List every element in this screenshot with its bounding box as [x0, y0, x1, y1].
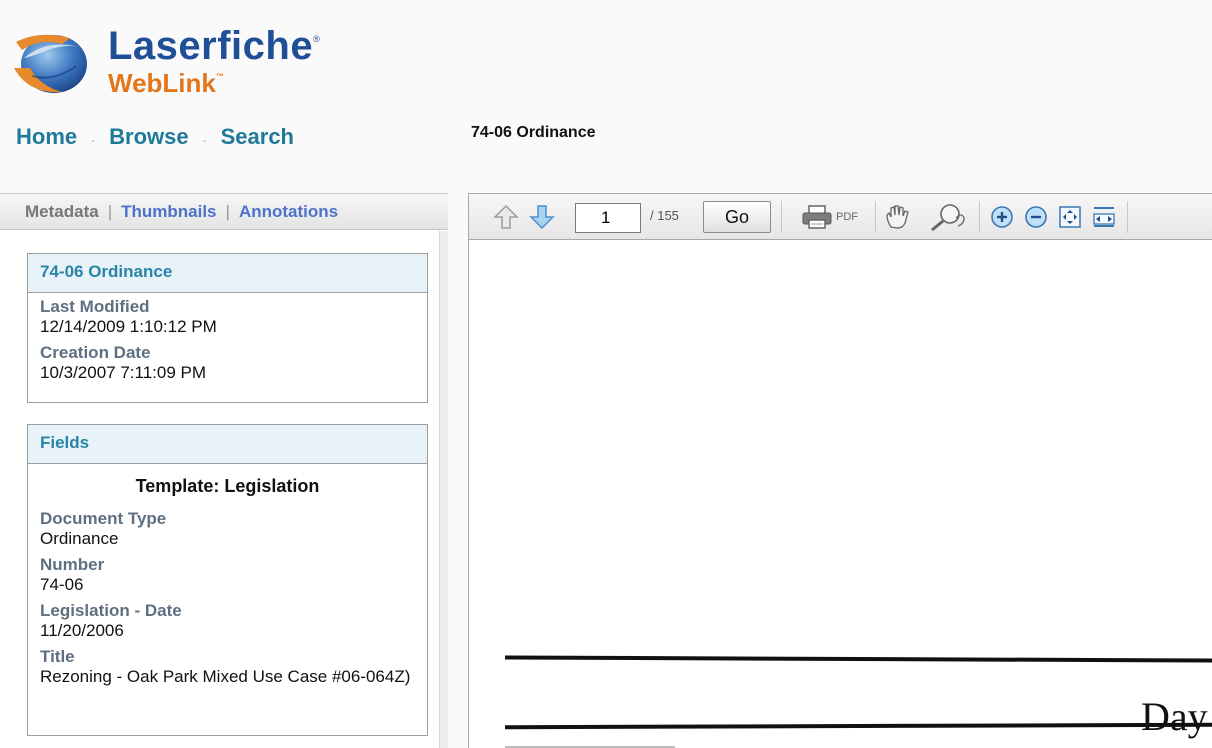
scan-rule-line	[504, 722, 1212, 730]
page-total: / 155	[650, 208, 679, 223]
brand-name: Laserfiche®	[108, 24, 321, 68]
field-label: Title	[40, 647, 75, 666]
zoom-out-icon	[1025, 206, 1047, 228]
tab-thumbnails[interactable]: Thumbnails	[121, 202, 216, 222]
tab-metadata[interactable]: Metadata	[25, 202, 99, 222]
tab-annotations[interactable]: Annotations	[239, 202, 338, 222]
toolbar-divider	[781, 201, 782, 233]
print-pdf-button[interactable]: PDF	[789, 202, 869, 232]
viewer-toolbar: 1 / 155 Go PDF	[469, 194, 1212, 240]
field-value: 74-06	[40, 575, 84, 594]
top-navigation: Home - Browse - Search	[16, 122, 294, 152]
zoom-in-icon	[991, 206, 1013, 228]
nav-search-link[interactable]: Search	[221, 124, 294, 150]
metadata-panel: Metadata | Thumbnails | Annotations 74-0…	[0, 193, 448, 748]
go-button[interactable]: Go	[703, 201, 771, 233]
fit-width-icon	[1093, 207, 1115, 227]
last-modified-value: 12/14/2009 1:10:12 PM	[40, 317, 217, 336]
nav-home-link[interactable]: Home	[16, 124, 77, 150]
hand-pan-icon	[886, 205, 909, 229]
nav-separator: -	[202, 133, 207, 147]
document-title: 74-06 Ordinance	[471, 124, 596, 141]
nav-browse-link[interactable]: Browse	[109, 124, 188, 150]
fit-width-button[interactable]	[1089, 202, 1119, 232]
field-label: Document Type	[40, 509, 167, 528]
zoom-tool-button[interactable]	[925, 202, 969, 232]
zoom-in-button[interactable]	[987, 202, 1017, 232]
printer-icon	[802, 205, 832, 229]
info-box-title: 74-06 Ordinance	[28, 254, 427, 293]
toolbar-divider	[1127, 201, 1128, 233]
zoom-out-button[interactable]	[1021, 202, 1051, 232]
pdf-label: PDF	[836, 211, 858, 223]
document-info-box: 74-06 Ordinance Last Modified 12/14/2009…	[27, 253, 428, 403]
toolbar-divider	[979, 201, 980, 233]
field-value: Ordinance	[40, 529, 119, 548]
arrow-down-icon	[529, 205, 555, 230]
template-name: Template: Legislation	[135, 476, 320, 496]
document-viewer: 1 / 155 Go PDF Day	[468, 193, 1212, 748]
creation-date-value: 10/3/2007 7:11:09 PM	[40, 363, 207, 382]
field-label: Legislation - Date	[40, 601, 182, 620]
panel-tabs: Metadata | Thumbnails | Annotations	[0, 194, 448, 230]
creation-date-label: Creation Date	[40, 343, 151, 362]
document-page-view[interactable]: Day	[469, 241, 1212, 748]
weblink-app: Laserfiche® WebLink™ Home - Browse - Sea…	[0, 0, 1212, 748]
scan-rule-line	[504, 655, 1212, 663]
previous-page-button[interactable]	[491, 202, 521, 232]
field-value: 11/20/2006	[40, 621, 124, 640]
document-page-text: Day	[1141, 694, 1208, 739]
pan-tool-button[interactable]	[881, 202, 915, 232]
logo-globe-icon	[14, 34, 88, 93]
page-number-input[interactable]: 1	[575, 203, 641, 233]
product-name: WebLink™	[108, 68, 224, 98]
laserfiche-logo[interactable]: Laserfiche® WebLink™	[10, 22, 340, 102]
nav-separator: -	[91, 133, 96, 147]
field-label: Number	[40, 555, 105, 574]
fit-page-button[interactable]	[1055, 202, 1085, 232]
next-page-button[interactable]	[527, 202, 557, 232]
field-value: Rezoning - Oak Park Mixed Use Case #06-0…	[40, 667, 411, 686]
tab-separator: |	[107, 201, 113, 221]
zoom-magnifier-icon	[931, 204, 965, 232]
toolbar-divider	[875, 201, 876, 233]
panel-scrollbar[interactable]	[439, 231, 448, 748]
arrow-up-icon	[493, 204, 519, 229]
fit-page-icon	[1059, 206, 1081, 228]
tab-separator: |	[225, 201, 230, 221]
fields-box-title: Fields	[28, 425, 427, 464]
last-modified-label: Last Modified	[40, 297, 150, 316]
fields-box: Fields Template: Legislation Document Ty…	[27, 424, 428, 736]
